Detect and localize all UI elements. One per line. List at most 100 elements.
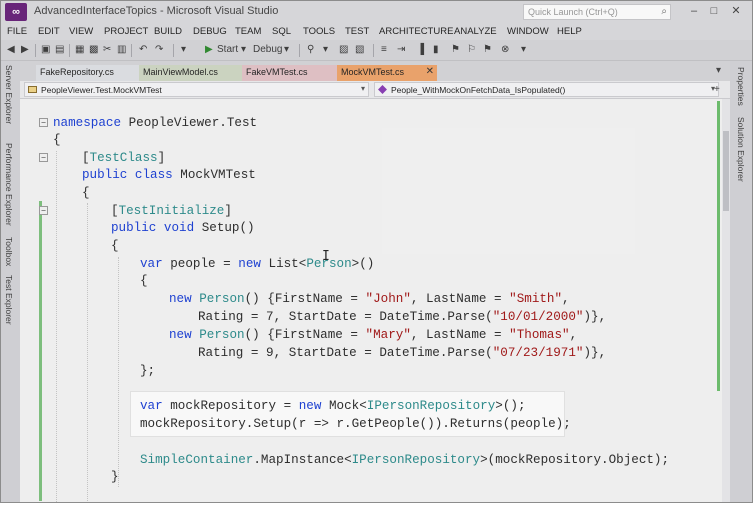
code-line[interactable]: Rating = 9, StartDate = DateTime.Parse("… [198,345,606,361]
menu-sql[interactable]: SQL [272,26,291,37]
start-dropdown-icon[interactable]: ▾ [241,43,246,57]
scrollbar-thumb[interactable] [723,131,729,211]
menu-team[interactable]: TEAM [235,26,261,37]
dropdown-arrow-icon[interactable]: ▾ [181,43,186,57]
uncomment-icon[interactable]: ▮ [433,43,439,57]
menu-tools[interactable]: TOOLS [303,26,335,37]
code-text: .MapInstance< [253,453,352,467]
method-icon [378,85,387,94]
tab-label: FakeVMTest.cs [246,67,308,77]
code-string: "10/01/2000" [492,310,584,324]
code-line[interactable]: mockRepository.Setup(r => r.GetPeople())… [140,416,571,432]
config-dropdown-icon[interactable]: ▾ [284,43,289,57]
code-text: , LastName = [410,292,510,306]
menu-help[interactable]: HELP [557,26,582,37]
code-line[interactable]: } [111,469,119,485]
menu-test[interactable]: TEST [345,26,369,37]
properties-icon[interactable]: ▧ [355,43,364,57]
code-line[interactable]: namespace PeopleViewer.Test [53,115,257,131]
paste-icon[interactable]: ▥ [117,43,126,57]
tab-mainviewmodel[interactable]: MainViewModel.cs [139,65,242,81]
code-line[interactable]: public void Setup() [111,220,255,236]
undo-icon[interactable]: ↶ [139,43,147,57]
code-text: >(mockRepository.Object); [480,453,670,467]
server-explorer-tab[interactable]: Server Explorer [4,65,14,124]
code-line[interactable]: { [111,238,119,254]
save-all-icon[interactable]: ▩ [89,43,98,57]
next-bookmark-icon[interactable]: ⚑ [483,43,492,57]
code-line[interactable]: new Person() {FirstName = "John", LastNa… [169,291,570,307]
code-line[interactable]: var mockRepository = new Mock<IPersonRep… [140,398,526,414]
tab-close-icon[interactable]: ✕ [426,66,434,77]
code-line[interactable]: [TestInitialize] [111,203,232,219]
collapse-class-icon[interactable]: − [39,153,48,162]
code-line[interactable]: Rating = 7, StartDate = DateTime.Parse("… [198,309,606,325]
menu-window[interactable]: WINDOW [507,26,549,37]
comment-icon[interactable]: ▐ [417,43,424,57]
collapse-namespace-icon[interactable]: − [39,118,48,127]
tab-fakerepository[interactable]: FakeRepository.cs [36,65,139,81]
start-play-icon[interactable]: ▶ [205,43,213,57]
code-text: () {FirstName = [244,328,366,342]
find-in-files-icon[interactable]: ⚲ [307,43,314,57]
start-button[interactable]: Start [217,43,238,57]
code-line[interactable]: SimpleContainer.MapInstance<IPersonRepos… [140,452,669,468]
code-line[interactable]: { [82,185,90,201]
properties-tab[interactable]: Properties [736,67,746,106]
prev-bookmark-icon[interactable]: ⚐ [467,43,476,57]
menu-architecture[interactable]: ARCHITECTURE [379,26,453,37]
toolbar-separator [373,44,374,57]
solution-explorer-icon[interactable]: ▨ [339,43,348,57]
menu-edit[interactable]: EDIT [38,26,60,37]
menu-build[interactable]: BUILD [154,26,182,37]
menu-file[interactable]: FILE [7,26,27,37]
step-icon[interactable]: ≡ [381,43,387,57]
member-combo-value: People_WithMockOnFetchData_IsPopulated() [391,85,566,95]
code-string: "07/23/1971" [492,346,584,360]
search-icon: ⌕ [661,6,667,17]
maximize-button[interactable]: □ [705,3,723,19]
performance-explorer-tab[interactable]: Performance Explorer [4,143,14,226]
minimize-button[interactable]: – [685,3,703,19]
save-icon[interactable]: ▦ [75,43,84,57]
quick-launch-input[interactable]: Quick Launch (Ctrl+Q) ⌕ [523,4,671,20]
toolbox-tab[interactable]: Toolbox [4,237,14,266]
left-tool-window-strip: Server Explorer Performance Explorer Too… [1,61,20,502]
toolbar-options-icon[interactable]: ▾ [521,43,526,57]
open-file-icon[interactable]: ▤ [55,43,64,57]
solution-config-combo[interactable]: Debug [253,43,282,57]
code-line[interactable]: var people = new List<Person>() [140,256,374,272]
forward-icon[interactable]: ▶ [21,43,29,57]
code-line[interactable]: new Person() {FirstName = "Mary", LastNa… [169,327,577,343]
collapse-method-icon[interactable]: − [39,206,48,215]
split-editor-icon[interactable]: + [714,84,720,95]
code-string: "Mary" [365,328,411,342]
member-combo[interactable]: People_WithMockOnFetchData_IsPopulated()… [374,82,719,97]
code-line[interactable]: }; [140,363,155,379]
menu-project[interactable]: PROJECT [104,26,148,37]
code-line[interactable]: [TestClass] [82,150,165,166]
code-string: "Thomas" [509,328,570,342]
class-combo[interactable]: PeopleViewer.Test.MockVMTest ▾ [24,82,369,97]
test-explorer-tab[interactable]: Test Explorer [4,275,14,325]
menu-analyze[interactable]: ANALYZE [454,26,497,37]
menu-view[interactable]: VIEW [69,26,93,37]
indent-icon[interactable]: ⇥ [397,43,405,57]
bookmark-icon[interactable]: ⚑ [451,43,460,57]
code-line[interactable]: { [140,273,148,289]
clear-bookmarks-icon[interactable]: ⊗ [501,43,509,57]
redo-icon[interactable]: ↷ [155,43,163,57]
tab-mockvmtest[interactable]: MockVMTest.cs ✕ [337,65,437,81]
close-button[interactable]: ✕ [727,3,745,19]
dropdown-arrow-icon[interactable]: ▾ [323,43,328,57]
new-project-icon[interactable]: ▣ [41,43,50,57]
back-icon[interactable]: ◀ [7,43,15,57]
tab-list-dropdown-icon[interactable]: ▾ [716,65,721,76]
menu-debug[interactable]: DEBUG [193,26,227,37]
cut-icon[interactable]: ✂ [103,43,111,57]
code-line[interactable]: public class MockVMTest [82,167,256,183]
code-line[interactable]: { [53,132,61,148]
tab-fakevmtest[interactable]: FakeVMTest.cs [242,65,337,81]
code-text: () {FirstName = [244,292,366,306]
solution-explorer-tab[interactable]: Solution Explorer [736,117,746,182]
